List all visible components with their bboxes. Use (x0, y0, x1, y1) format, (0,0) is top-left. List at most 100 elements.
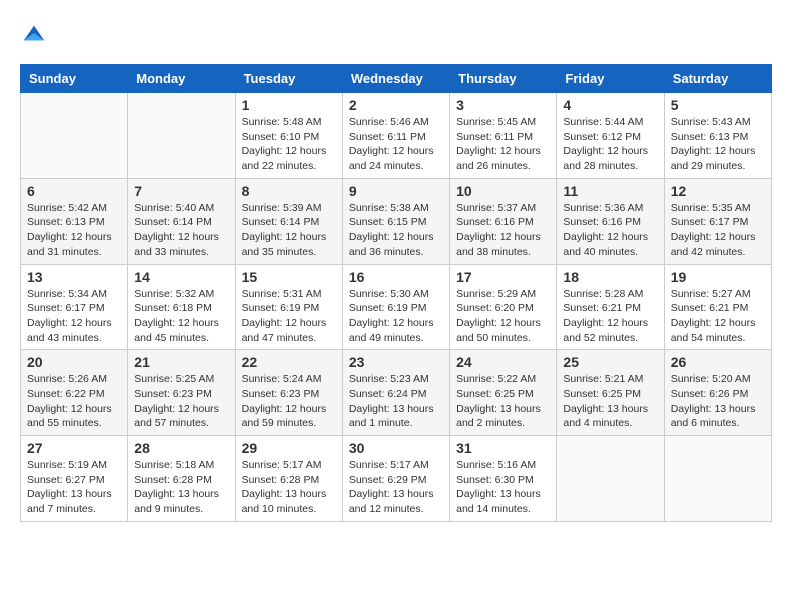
day-number: 18 (563, 269, 657, 285)
calendar-cell: 22 Sunrise: 5:24 AM Sunset: 6:23 PM Dayli… (235, 350, 342, 436)
day-info: Sunrise: 5:29 AM Sunset: 6:20 PM Dayligh… (456, 287, 550, 346)
day-info: Sunrise: 5:25 AM Sunset: 6:23 PM Dayligh… (134, 372, 228, 431)
day-info: Sunrise: 5:34 AM Sunset: 6:17 PM Dayligh… (27, 287, 121, 346)
day-number: 8 (242, 183, 336, 199)
day-number: 1 (242, 97, 336, 113)
day-number: 23 (349, 354, 443, 370)
calendar-cell: 20 Sunrise: 5:26 AM Sunset: 6:22 PM Dayli… (21, 350, 128, 436)
day-number: 20 (27, 354, 121, 370)
calendar-cell: 15 Sunrise: 5:31 AM Sunset: 6:19 PM Dayli… (235, 264, 342, 350)
calendar-cell: 24 Sunrise: 5:22 AM Sunset: 6:25 PM Dayli… (450, 350, 557, 436)
day-number: 26 (671, 354, 765, 370)
day-number: 24 (456, 354, 550, 370)
day-info: Sunrise: 5:36 AM Sunset: 6:16 PM Dayligh… (563, 201, 657, 260)
day-info: Sunrise: 5:26 AM Sunset: 6:22 PM Dayligh… (27, 372, 121, 431)
calendar-cell: 29 Sunrise: 5:17 AM Sunset: 6:28 PM Dayli… (235, 436, 342, 522)
day-info: Sunrise: 5:44 AM Sunset: 6:12 PM Dayligh… (563, 115, 657, 174)
day-info: Sunrise: 5:17 AM Sunset: 6:28 PM Dayligh… (242, 458, 336, 517)
day-number: 5 (671, 97, 765, 113)
calendar-week-1: 1Sunrise: 5:48 AM Sunset: 6:10 PM Daylig… (21, 93, 772, 179)
logo (20, 20, 52, 48)
day-info: Sunrise: 5:43 AM Sunset: 6:13 PM Dayligh… (671, 115, 765, 174)
calendar-cell: 8Sunrise: 5:39 AM Sunset: 6:14 PM Daylig… (235, 178, 342, 264)
day-info: Sunrise: 5:23 AM Sunset: 6:24 PM Dayligh… (349, 372, 443, 431)
day-info: Sunrise: 5:22 AM Sunset: 6:25 PM Dayligh… (456, 372, 550, 431)
day-info: Sunrise: 5:27 AM Sunset: 6:21 PM Dayligh… (671, 287, 765, 346)
day-number: 11 (563, 183, 657, 199)
calendar-week-3: 13 Sunrise: 5:34 AM Sunset: 6:17 PM Dayli… (21, 264, 772, 350)
calendar-cell: 6 Sunrise: 5:42 AM Sunset: 6:13 PM Daylig… (21, 178, 128, 264)
calendar-cell: 27Sunrise: 5:19 AM Sunset: 6:27 PM Dayli… (21, 436, 128, 522)
day-number: 13 (27, 269, 121, 285)
day-info: Sunrise: 5:21 AM Sunset: 6:25 PM Dayligh… (563, 372, 657, 431)
weekday-header-sunday: Sunday (21, 65, 128, 93)
calendar-cell: 16 Sunrise: 5:30 AM Sunset: 6:19 PM Dayli… (342, 264, 449, 350)
weekday-header-tuesday: Tuesday (235, 65, 342, 93)
calendar-cell: 14 Sunrise: 5:32 AM Sunset: 6:18 PM Dayli… (128, 264, 235, 350)
day-info: Sunrise: 5:46 AM Sunset: 6:11 PM Dayligh… (349, 115, 443, 174)
day-number: 25 (563, 354, 657, 370)
day-info: Sunrise: 5:20 AM Sunset: 6:26 PM Dayligh… (671, 372, 765, 431)
weekday-header-saturday: Saturday (664, 65, 771, 93)
calendar-cell: 4 Sunrise: 5:44 AM Sunset: 6:12 PM Daylig… (557, 93, 664, 179)
calendar-cell: 9 Sunrise: 5:38 AM Sunset: 6:15 PM Daylig… (342, 178, 449, 264)
day-info: Sunrise: 5:31 AM Sunset: 6:19 PM Dayligh… (242, 287, 336, 346)
calendar-cell (557, 436, 664, 522)
day-number: 22 (242, 354, 336, 370)
day-number: 3 (456, 97, 550, 113)
day-number: 14 (134, 269, 228, 285)
calendar-cell: 19 Sunrise: 5:27 AM Sunset: 6:21 PM Dayli… (664, 264, 771, 350)
calendar-cell: 26 Sunrise: 5:20 AM Sunset: 6:26 PM Dayli… (664, 350, 771, 436)
day-number: 31 (456, 440, 550, 456)
logo-icon (20, 20, 48, 48)
day-info: Sunrise: 5:42 AM Sunset: 6:13 PM Dayligh… (27, 201, 121, 260)
day-info: Sunrise: 5:16 AM Sunset: 6:30 PM Dayligh… (456, 458, 550, 517)
day-info: Sunrise: 5:35 AM Sunset: 6:17 PM Dayligh… (671, 201, 765, 260)
day-number: 9 (349, 183, 443, 199)
day-info: Sunrise: 5:38 AM Sunset: 6:15 PM Dayligh… (349, 201, 443, 260)
calendar-cell: 7Sunrise: 5:40 AM Sunset: 6:14 PM Daylig… (128, 178, 235, 264)
day-info: Sunrise: 5:37 AM Sunset: 6:16 PM Dayligh… (456, 201, 550, 260)
day-info: Sunrise: 5:18 AM Sunset: 6:28 PM Dayligh… (134, 458, 228, 517)
day-info: Sunrise: 5:24 AM Sunset: 6:23 PM Dayligh… (242, 372, 336, 431)
calendar-cell: 18 Sunrise: 5:28 AM Sunset: 6:21 PM Dayli… (557, 264, 664, 350)
calendar-cell: 11 Sunrise: 5:36 AM Sunset: 6:16 PM Dayli… (557, 178, 664, 264)
weekday-header-friday: Friday (557, 65, 664, 93)
day-info: Sunrise: 5:32 AM Sunset: 6:18 PM Dayligh… (134, 287, 228, 346)
day-info: Sunrise: 5:30 AM Sunset: 6:19 PM Dayligh… (349, 287, 443, 346)
day-number: 12 (671, 183, 765, 199)
day-number: 15 (242, 269, 336, 285)
day-number: 27 (27, 440, 121, 456)
calendar-cell: 23 Sunrise: 5:23 AM Sunset: 6:24 PM Dayli… (342, 350, 449, 436)
day-number: 7 (134, 183, 228, 199)
calendar-cell: 28 Sunrise: 5:18 AM Sunset: 6:28 PM Dayli… (128, 436, 235, 522)
day-number: 21 (134, 354, 228, 370)
calendar-cell: 5 Sunrise: 5:43 AM Sunset: 6:13 PM Daylig… (664, 93, 771, 179)
day-number: 28 (134, 440, 228, 456)
day-number: 6 (27, 183, 121, 199)
calendar-cell: 17 Sunrise: 5:29 AM Sunset: 6:20 PM Dayli… (450, 264, 557, 350)
calendar-cell: 30Sunrise: 5:17 AM Sunset: 6:29 PM Dayli… (342, 436, 449, 522)
weekday-header-row: SundayMondayTuesdayWednesdayThursdayFrid… (21, 65, 772, 93)
calendar-week-2: 6 Sunrise: 5:42 AM Sunset: 6:13 PM Daylig… (21, 178, 772, 264)
calendar-week-4: 20 Sunrise: 5:26 AM Sunset: 6:22 PM Dayli… (21, 350, 772, 436)
calendar-cell: 12 Sunrise: 5:35 AM Sunset: 6:17 PM Dayli… (664, 178, 771, 264)
day-number: 29 (242, 440, 336, 456)
day-number: 17 (456, 269, 550, 285)
weekday-header-wednesday: Wednesday (342, 65, 449, 93)
page-header (20, 20, 772, 48)
day-number: 4 (563, 97, 657, 113)
day-info: Sunrise: 5:45 AM Sunset: 6:11 PM Dayligh… (456, 115, 550, 174)
calendar-cell (21, 93, 128, 179)
day-number: 2 (349, 97, 443, 113)
weekday-header-monday: Monday (128, 65, 235, 93)
day-number: 30 (349, 440, 443, 456)
calendar-cell: 31 Sunrise: 5:16 AM Sunset: 6:30 PM Dayli… (450, 436, 557, 522)
day-number: 16 (349, 269, 443, 285)
day-info: Sunrise: 5:28 AM Sunset: 6:21 PM Dayligh… (563, 287, 657, 346)
calendar-cell: 21 Sunrise: 5:25 AM Sunset: 6:23 PM Dayli… (128, 350, 235, 436)
day-number: 19 (671, 269, 765, 285)
calendar-cell: 2 Sunrise: 5:46 AM Sunset: 6:11 PM Daylig… (342, 93, 449, 179)
weekday-header-thursday: Thursday (450, 65, 557, 93)
calendar-cell: 10Sunrise: 5:37 AM Sunset: 6:16 PM Dayli… (450, 178, 557, 264)
